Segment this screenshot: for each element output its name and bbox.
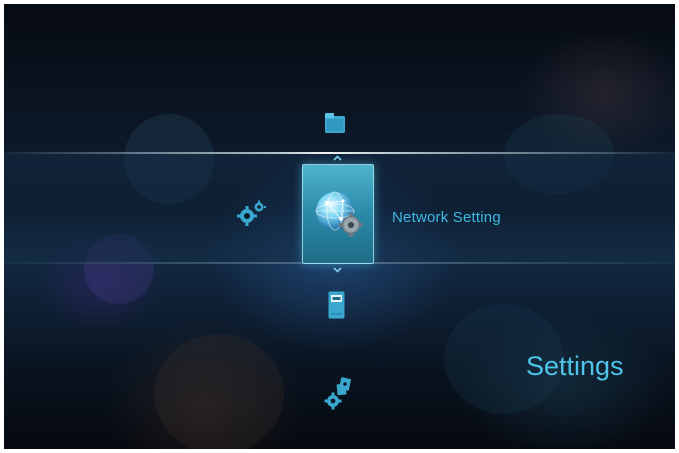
- wd-drive-icon[interactable]: [328, 291, 345, 319]
- chevron-down-icon[interactable]: [333, 266, 342, 276]
- folder-icon[interactable]: [324, 110, 346, 134]
- network-globe-gear-icon: [313, 189, 365, 239]
- bokeh-light: [154, 334, 284, 449]
- gears-icon[interactable]: [236, 200, 266, 226]
- media-gears-icon[interactable]: [324, 376, 354, 410]
- selected-item-label: Network Setting: [392, 209, 501, 226]
- chevron-up-icon[interactable]: [333, 154, 342, 164]
- selected-menu-tile[interactable]: [302, 164, 374, 264]
- section-title: Settings: [526, 351, 624, 381]
- media-player-screen: Network Setting Settings: [4, 4, 675, 449]
